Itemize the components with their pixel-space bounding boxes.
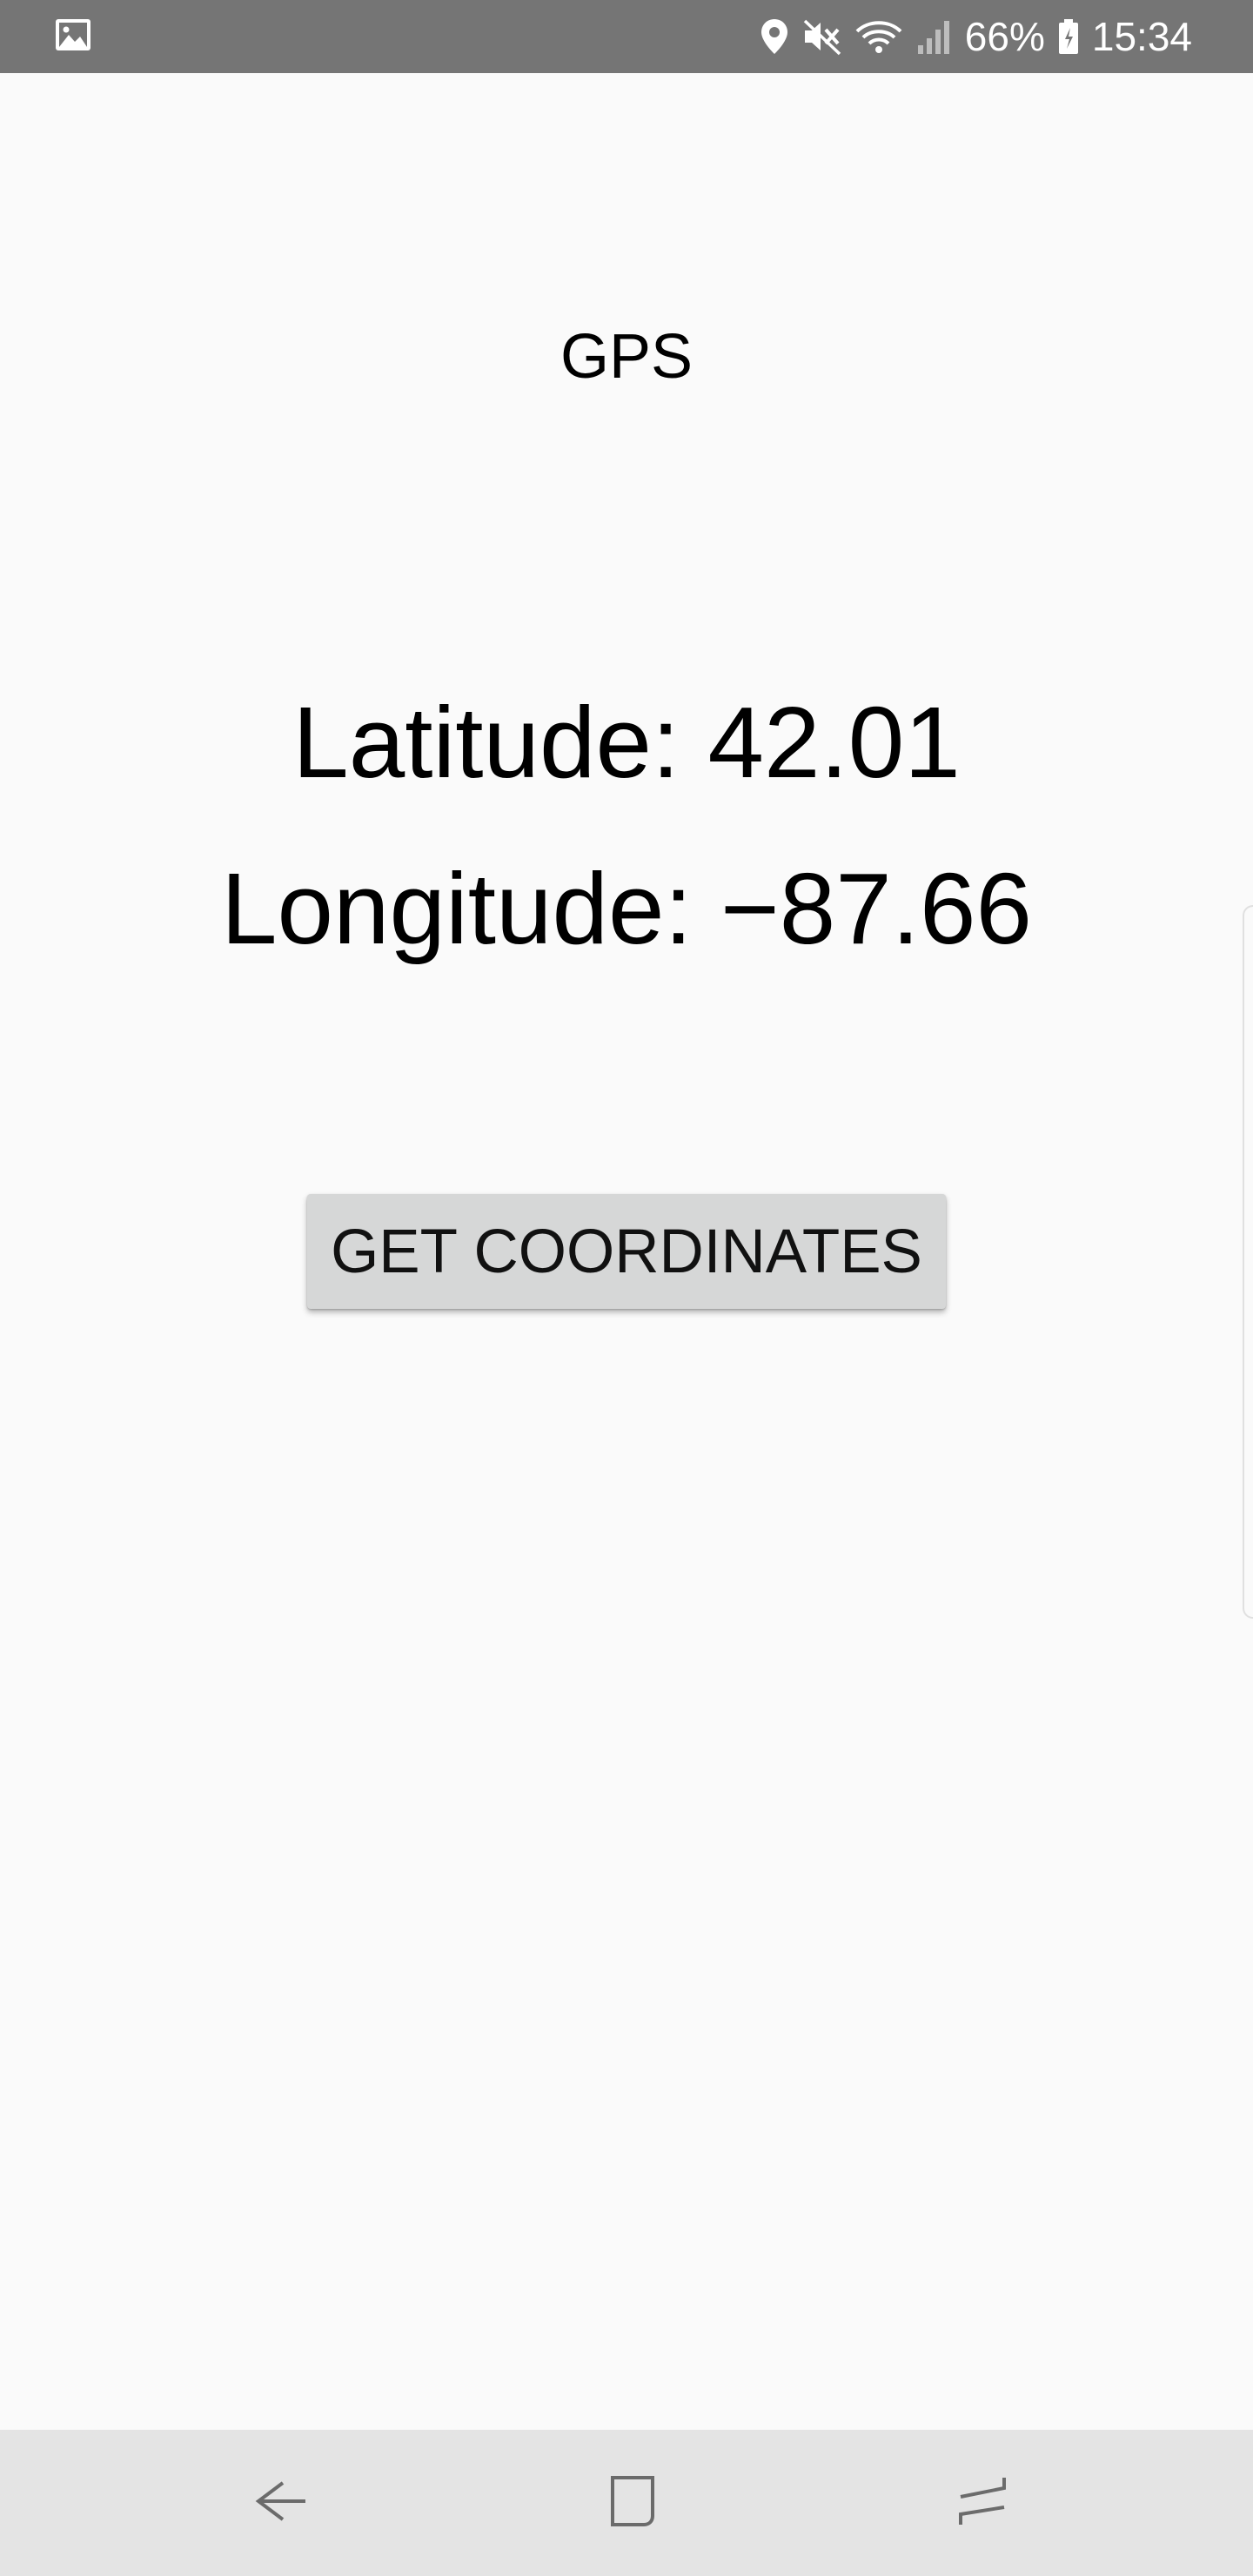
get-coordinates-button[interactable]: GET COORDINATES bbox=[307, 1194, 946, 1309]
page-title: GPS bbox=[559, 322, 694, 392]
recent-apps-button[interactable] bbox=[913, 2430, 1052, 2576]
latitude-text: Latitude: 42.01 bbox=[292, 686, 961, 799]
gallery-notification-icon bbox=[54, 17, 92, 57]
location-icon bbox=[760, 17, 789, 56]
battery-percent: 66% bbox=[964, 14, 1045, 59]
recent-apps-icon bbox=[952, 2471, 1013, 2536]
back-icon bbox=[251, 2471, 312, 2536]
navigation-bar bbox=[0, 2430, 1253, 2576]
back-button[interactable] bbox=[212, 2430, 352, 2576]
clock: 15:34 bbox=[1091, 14, 1192, 59]
home-button[interactable] bbox=[563, 2430, 702, 2576]
signal-icon bbox=[915, 17, 953, 56]
home-icon bbox=[602, 2471, 663, 2536]
battery-icon bbox=[1057, 17, 1080, 56]
edge-panel-handle[interactable] bbox=[1243, 905, 1253, 1619]
status-bar: 66% 15:34 bbox=[0, 0, 1253, 73]
mute-icon bbox=[801, 17, 843, 56]
wifi-icon bbox=[855, 17, 902, 56]
longitude-text: Longitude: −87.66 bbox=[220, 852, 1033, 965]
